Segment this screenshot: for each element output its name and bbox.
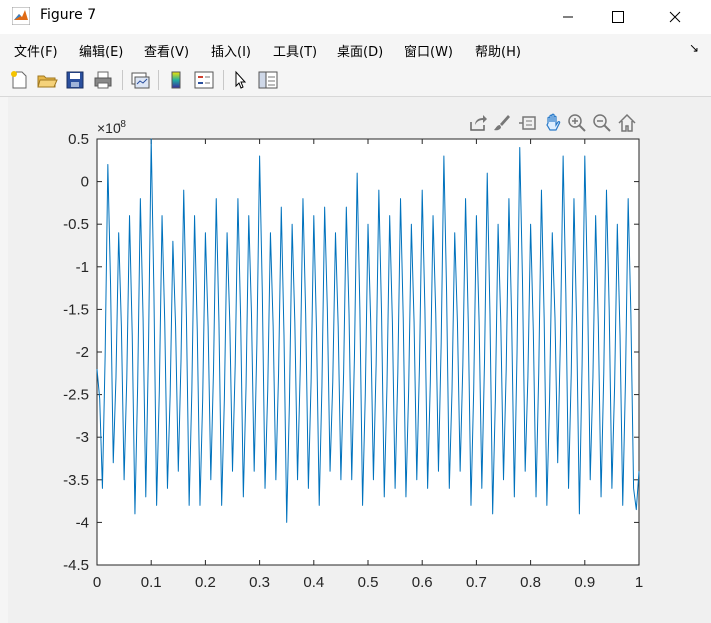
y-tick-label: -3 [76, 429, 89, 446]
x-tick-label: 0.4 [303, 574, 324, 591]
x-tick-label: 0.5 [358, 574, 379, 591]
y-tick-label: -2.5 [63, 387, 89, 404]
y-tick-label: 0.5 [68, 131, 89, 148]
y-tick-label: -4.5 [63, 557, 89, 574]
x-tick-label: 0.3 [249, 574, 270, 591]
x-tick-label: 0.2 [195, 574, 216, 591]
x-tick-label: 0.8 [520, 574, 541, 591]
x-tick-label: 0.7 [466, 574, 487, 591]
axes-background [96, 138, 640, 566]
x-tick-label: 0.9 [574, 574, 595, 591]
y-tick-label: 0 [81, 174, 89, 191]
y-tick-label: -1.5 [63, 301, 89, 318]
x-tick-label: 1 [635, 574, 643, 591]
y-tick-label: -3.5 [63, 472, 89, 489]
y-tick-label: -2 [76, 344, 89, 361]
exponent-power: -8 [117, 119, 126, 130]
x-tick-label: 0.6 [412, 574, 433, 591]
line-chart: 0 0.1 0.2 0.3 0.4 0.5 0.6 0.7 0.8 0.9 1 0.5 0 -0.5 -1 -… [63, 119, 643, 591]
y-tick-label: -4 [76, 514, 89, 531]
y-tick-label: -1 [76, 259, 89, 276]
x-tick-label: 0.1 [141, 574, 162, 591]
y-tick-label: -0.5 [63, 216, 89, 233]
x-tick-label: 0 [93, 574, 101, 591]
